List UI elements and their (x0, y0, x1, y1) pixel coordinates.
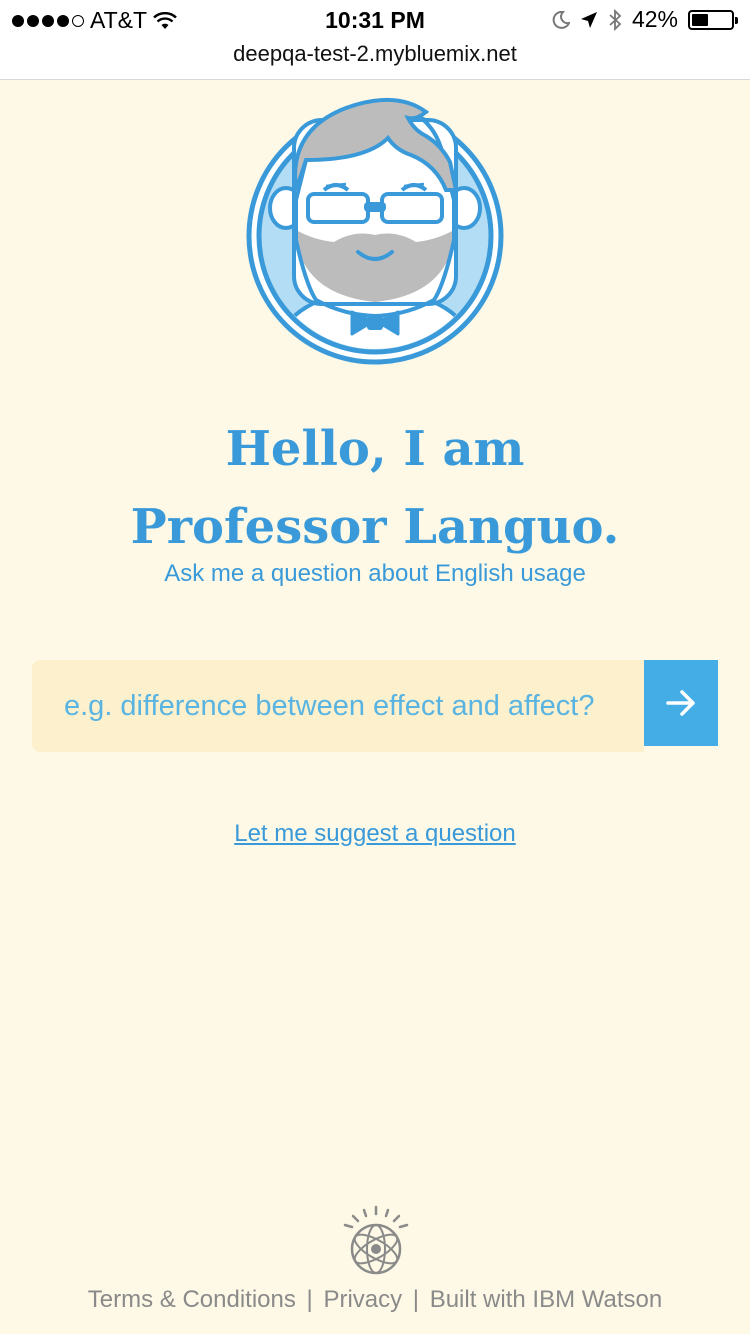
ibm-watson-logo (343, 1205, 409, 1275)
arrow-right-icon (666, 690, 695, 716)
url-text: deepqa-test-2.mybluemix.net (233, 41, 517, 66)
professor-avatar (246, 98, 504, 365)
battery-level-fill (692, 13, 708, 26)
address-bar[interactable]: deepqa-test-2.mybluemix.net (0, 40, 750, 80)
location-arrow-icon (580, 11, 597, 28)
footer-separator: | (306, 1286, 313, 1313)
submit-question-button[interactable] (644, 660, 718, 746)
terms-link[interactable]: Terms & Conditions (88, 1286, 296, 1313)
battery-icon (688, 9, 738, 30)
privacy-link[interactable]: Privacy (323, 1286, 402, 1313)
moon-icon (552, 10, 570, 29)
page-title: Hello, I am Professor Languo. (130, 421, 620, 555)
question-input[interactable] (32, 660, 644, 752)
bluetooth-icon (609, 8, 622, 31)
suggest-question-link[interactable]: Let me suggest a question (0, 820, 750, 848)
footer-separator: | (412, 1286, 420, 1313)
footer: Terms & Conditions | Privacy | Built wit… (0, 1286, 750, 1314)
built-with-watson-link[interactable]: Built with IBM Watson (430, 1286, 663, 1313)
status-bar: AT&T 10:31 PM 42% (0, 0, 750, 40)
battery-percent: 42% (631, 6, 678, 32)
page-subtitle: Ask me a question about English usage (164, 560, 586, 587)
question-form (32, 660, 718, 752)
status-right: 42% (552, 6, 738, 33)
